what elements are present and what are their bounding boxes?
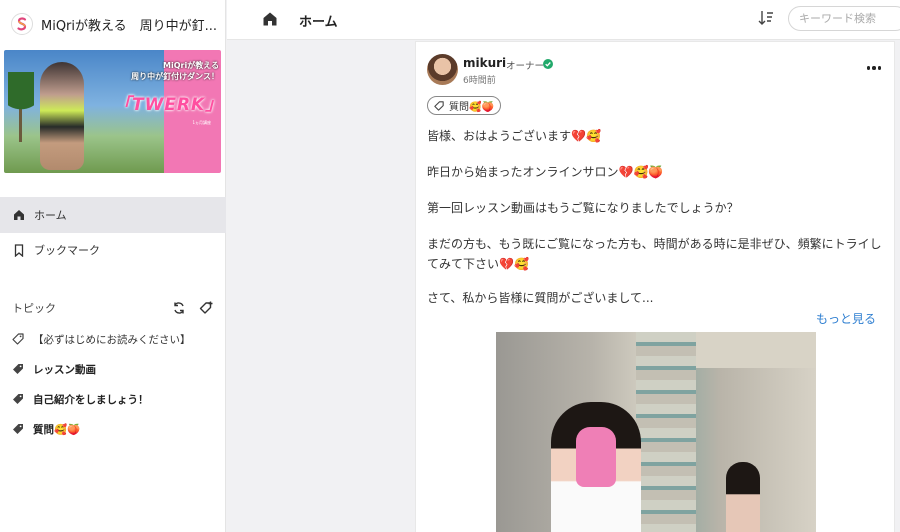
topic-label: 質問🥰🍑 — [33, 423, 81, 436]
tag-icon — [434, 100, 444, 111]
topic-label: レッスン動画 — [33, 363, 96, 376]
sidebar: MiQriが教える 周り中が釘... MiQriが教える 周り中が釘付けダンス！… — [0, 0, 226, 532]
nav-item-label: ブックマーク — [34, 244, 100, 257]
post-image[interactable] — [496, 332, 816, 532]
tag-icon — [12, 393, 24, 405]
community-banner-image: MiQriが教える 周り中が釘付けダンス！ 「TWERK」 1ヵ月講座 — [4, 50, 221, 173]
verified-check-icon — [543, 58, 553, 69]
top-header: ホーム — [227, 0, 900, 40]
post-card: mikuri オーナー 6時間前 質問🥰🍑 皆様、おはようございます💔🥰 昨日か… — [415, 41, 895, 532]
more-options-icon[interactable] — [860, 58, 888, 78]
refresh-icon[interactable] — [171, 300, 187, 316]
banner-headline: MiQriが教える 周り中が釘付けダンス！ — [131, 61, 219, 81]
bookmark-icon — [12, 243, 26, 257]
avatar[interactable] — [427, 54, 458, 85]
author-role: オーナー — [506, 61, 545, 72]
sort-icon[interactable] — [757, 9, 775, 27]
add-tag-icon[interactable] — [198, 300, 214, 316]
topic-item-questions[interactable]: 質問🥰🍑 — [0, 416, 226, 442]
brand-logo-icon — [11, 13, 33, 35]
tag-icon — [12, 423, 24, 435]
post-tag-chip[interactable]: 質問🥰🍑 — [427, 96, 501, 115]
post-timestamp: 6時間前 — [463, 76, 496, 86]
brand[interactable]: MiQriが教える 周り中が釘... — [0, 0, 226, 48]
tag-icon — [12, 363, 24, 375]
topic-item-lesson-videos[interactable]: レッスン動画 — [0, 356, 226, 382]
home-icon — [12, 208, 26, 222]
topic-label: 【必ずはじめにお読みください】 — [33, 333, 191, 346]
nav-item-label: ホーム — [34, 209, 67, 222]
topics-heading: トピック — [12, 302, 56, 315]
post-paragraph: さて、私から皆様に質問がございまして... — [427, 291, 654, 305]
home-icon[interactable] — [262, 11, 278, 27]
community-name: MiQriが教える 周り中が釘... — [41, 18, 216, 34]
page-title: ホーム — [299, 15, 338, 30]
post-paragraph: 皆様、おはようございます💔🥰 — [427, 129, 601, 143]
banner-title: 「TWERK」 — [114, 95, 221, 115]
post-paragraph: まだの方も、もう既にご覧になった方も、時間がある時に是非ぜひ、頻繁にトライしてみ… — [427, 237, 882, 271]
topic-item-introductions[interactable]: 自己紹介をしましょう！ — [0, 386, 226, 412]
topic-label: 自己紹介をしましょう！ — [33, 393, 149, 406]
search-input[interactable] — [788, 6, 900, 31]
author-name[interactable]: mikuri — [463, 56, 506, 70]
post-tag-label: 質問🥰🍑 — [449, 102, 494, 113]
post-paragraph: 昨日から始まったオンラインサロン💔🥰🍑 — [427, 165, 664, 179]
nav-item-bookmark[interactable]: ブックマーク — [0, 232, 226, 268]
read-more-link[interactable]: もっと見る — [816, 310, 876, 327]
nav-item-home[interactable]: ホーム — [0, 197, 226, 233]
tag-icon — [12, 333, 24, 345]
post-paragraph: 第一回レッスン動画はもうご覧になりましたでしょうか？ — [427, 201, 739, 215]
banner-small-text: 1ヵ月講座 — [192, 120, 211, 125]
topic-item-read-first[interactable]: 【必ずはじめにお読みください】 — [0, 326, 226, 352]
topics-header: トピック — [0, 296, 226, 320]
